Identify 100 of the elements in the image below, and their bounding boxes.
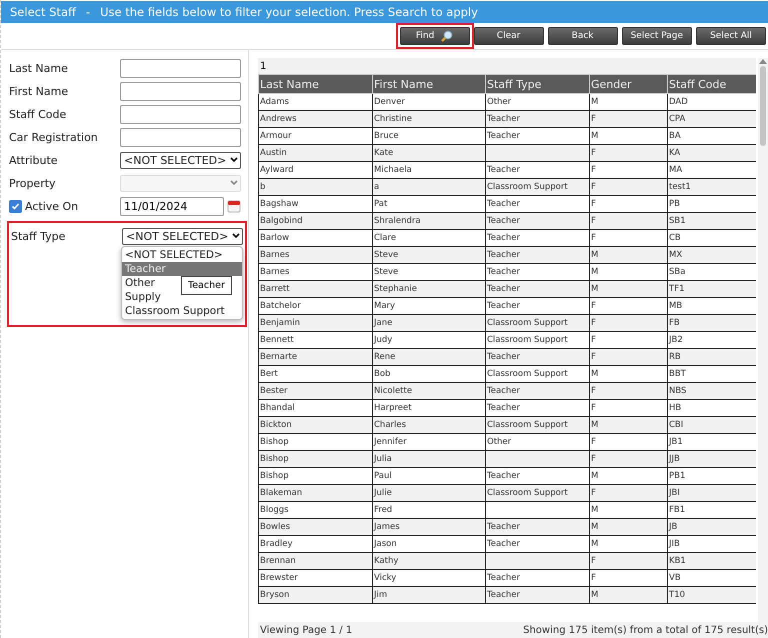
result-count: Showing 175 item(s) from a total of 175 result(s) — [523, 624, 768, 636]
dropdown-option[interactable]: Classroom Support — [122, 304, 228, 318]
checkbox[interactable] — [9, 200, 22, 212]
table-cell: Teacher — [486, 196, 590, 212]
column-header[interactable]: Last Name — [258, 74, 372, 94]
table-cell: F — [590, 110, 668, 128]
table-cell: JJB — [668, 450, 756, 468]
table-cell: VB — [668, 570, 756, 586]
dropdown-option[interactable]: Supply — [122, 290, 164, 304]
table-cell: JB1 — [668, 434, 756, 450]
table-cell: F — [590, 382, 668, 400]
table-cell: James — [372, 518, 486, 536]
calendar-icon[interactable] — [227, 199, 241, 213]
dropdown-option[interactable]: <NOT SELECTED> — [122, 248, 226, 262]
field-label: Active On — [25, 200, 78, 212]
toolbar-button[interactable]: Select All — [696, 27, 766, 45]
date-field[interactable]: 11/01/2024 — [120, 196, 224, 216]
table-cell: Bishop — [258, 450, 372, 468]
table-cell: M — [590, 128, 668, 144]
table-cell: DAD — [668, 94, 756, 110]
field-label: Last Name — [9, 62, 69, 74]
table-cell: Teacher — [486, 298, 590, 314]
table-cell: JIB — [668, 536, 756, 552]
field-label: Staff Type — [11, 230, 66, 242]
table-cell: Jennifer — [372, 434, 486, 450]
table-cell: Armour — [258, 128, 372, 144]
chevron-down-icon — [230, 157, 238, 163]
table-cell: Kate — [372, 144, 486, 162]
table-cell: F — [590, 400, 668, 416]
table-cell: F — [590, 570, 668, 586]
table-cell: JB — [668, 518, 756, 536]
table-cell: Jane — [372, 314, 486, 332]
table-cell: Batchelor — [258, 298, 372, 314]
table-cell: Teacher — [486, 348, 590, 366]
find-button[interactable]: Find — [400, 27, 470, 45]
table-cell: HB — [668, 400, 756, 416]
text-field[interactable] — [120, 58, 241, 78]
toolbar-button[interactable]: Select Page — [622, 27, 692, 45]
column-header[interactable]: First Name — [372, 74, 486, 94]
table-cell: Steve — [372, 246, 486, 264]
table-cell: Clare — [372, 230, 486, 246]
text-field[interactable] — [120, 104, 241, 124]
table-cell: BA — [668, 128, 756, 144]
table-cell: Teacher — [486, 382, 590, 400]
table-cell: Rene — [372, 348, 486, 366]
table-cell: M — [590, 416, 668, 434]
dropdown-option[interactable]: Other — [122, 276, 158, 290]
table-cell: M — [590, 586, 668, 604]
table-cell: CB — [668, 230, 756, 246]
table-cell: SB1 — [668, 212, 756, 230]
table-cell: BBT — [668, 366, 756, 382]
table-cell: Charles — [372, 416, 486, 434]
table-cell: CBI — [668, 416, 756, 434]
field-label: First Name — [9, 84, 70, 98]
column-header[interactable]: Staff Type — [486, 74, 590, 94]
table-cell: Bob — [372, 366, 486, 382]
table-cell: F — [590, 178, 668, 196]
table-cell: Mary — [372, 298, 486, 314]
table-cell: Austin — [258, 144, 372, 162]
table-cell: M — [590, 264, 668, 280]
table-cell: Barrett — [258, 280, 372, 298]
table-cell: Bickton — [258, 416, 372, 434]
table-cell: Brennan — [258, 552, 372, 570]
table-cell: Paul — [372, 468, 486, 484]
column-header[interactable]: Gender — [590, 74, 668, 94]
table-cell: M — [590, 536, 668, 552]
toolbar-button[interactable]: Clear — [474, 27, 544, 45]
toolbar-button[interactable]: Back — [548, 27, 618, 45]
table-cell: Teacher — [486, 400, 590, 416]
table-cell: b — [258, 178, 372, 196]
table-cell: Bowles — [258, 518, 372, 536]
table-cell: Steve — [372, 264, 486, 280]
table-cell: JB2 — [668, 332, 756, 348]
table-cell: Teacher — [486, 518, 590, 536]
dropdown-field[interactable]: <NOT SELECTED> — [120, 152, 241, 168]
table-cell: Teacher — [486, 536, 590, 552]
scroll-up-arrow-icon[interactable] — [759, 58, 768, 64]
table-cell: Bradley — [258, 536, 372, 552]
table-cell: Bryson — [258, 586, 372, 604]
table-cell: Barnes — [258, 246, 372, 264]
table-cell: Kathy — [372, 552, 486, 570]
table-cell: Teacher — [486, 586, 590, 604]
table-cell: Denver — [372, 94, 486, 110]
table-cell: Teacher — [486, 246, 590, 264]
page-link[interactable]: 1 — [260, 60, 266, 72]
table-cell: Andrews — [258, 110, 372, 128]
table-cell: Bennett — [258, 332, 372, 348]
table-cell: F — [590, 484, 668, 502]
text-field[interactable] — [120, 128, 241, 146]
column-header[interactable]: Staff Code — [668, 74, 756, 94]
dropdown-field[interactable]: <NOT SELECTED> — [122, 228, 243, 244]
table-cell: KB1 — [668, 552, 756, 570]
dropdown-option[interactable]: Teacher — [122, 262, 242, 276]
table-cell: Barlow — [258, 230, 372, 246]
scrollbar[interactable] — [758, 58, 768, 622]
table-cell: Jason — [372, 536, 486, 552]
table-cell: CPA — [668, 110, 756, 128]
magnifier-icon — [440, 30, 454, 42]
table-cell: Jim — [372, 586, 486, 604]
text-field[interactable] — [120, 82, 241, 100]
